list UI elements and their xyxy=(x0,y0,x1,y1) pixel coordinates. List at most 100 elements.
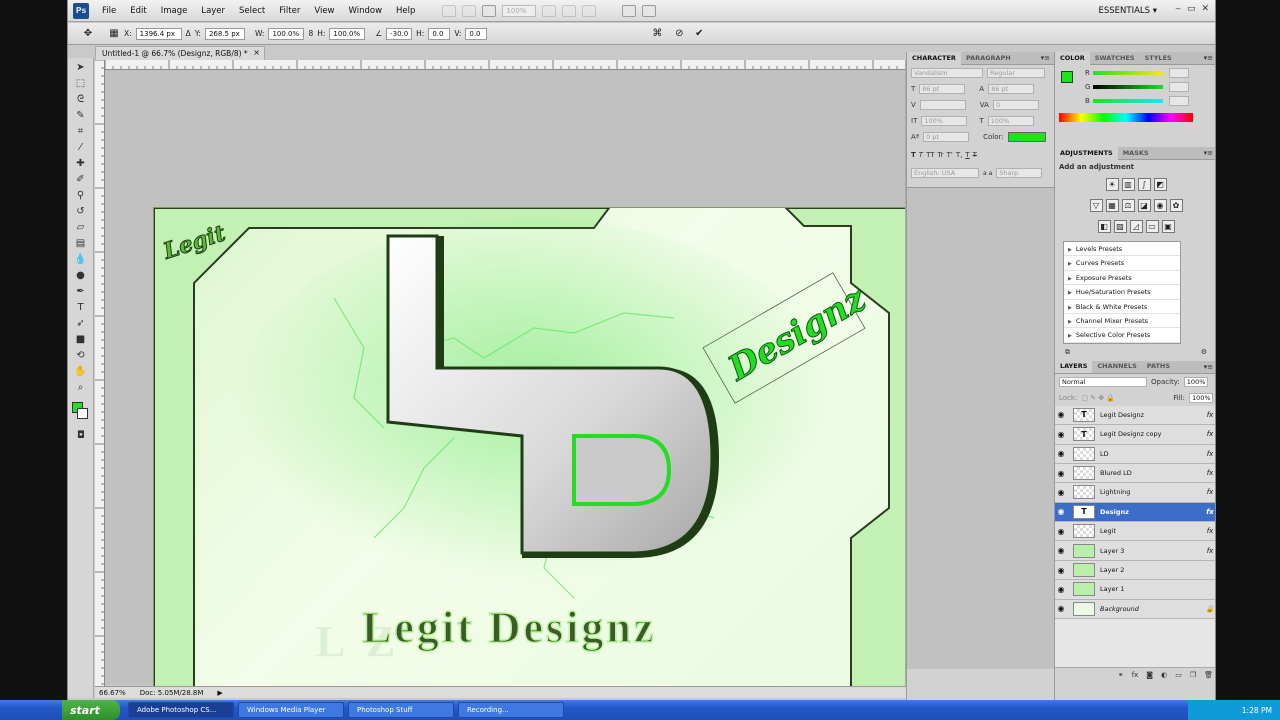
visibility-eye-icon[interactable]: ◉ xyxy=(1055,410,1067,419)
posterize-icon[interactable]: ▨ xyxy=(1113,220,1127,233)
transform-icon[interactable]: ✥ xyxy=(82,28,94,40)
preset-exposure[interactable]: Exposure Presets xyxy=(1064,271,1180,286)
visibility-eye-icon[interactable]: ◉ xyxy=(1055,469,1067,478)
start-button[interactable]: start xyxy=(62,700,120,720)
dodge-tool-icon[interactable]: ● xyxy=(74,269,88,282)
eraser-tool-icon[interactable]: ▱ xyxy=(74,221,88,234)
canvas-pasteboard[interactable]: Legit Designz L Z Legit Designz xyxy=(105,70,921,687)
visibility-eye-icon[interactable]: ◉ xyxy=(1055,449,1067,458)
document-canvas[interactable]: Legit Designz L Z Legit Designz xyxy=(153,207,921,687)
quick-mask-icon[interactable]: ◘ xyxy=(74,429,88,442)
mini-bridge-icon[interactable] xyxy=(462,4,477,17)
zoom-tool-icon[interactable]: ⌕ xyxy=(74,381,88,394)
blur-tool-icon[interactable]: 💧 xyxy=(74,253,88,266)
link-layers-icon[interactable]: ⚭ xyxy=(1118,671,1124,679)
taskbar-photoshop-stuff[interactable]: Photoshop Stuff xyxy=(348,702,454,718)
threshold-icon[interactable]: ◿ xyxy=(1129,220,1143,233)
menu-view[interactable]: View xyxy=(307,6,341,16)
font-style-select[interactable]: Regular xyxy=(987,68,1045,78)
color-balance-icon[interactable]: ⚖ xyxy=(1121,199,1135,212)
tab-masks[interactable]: MASKS xyxy=(1118,147,1154,160)
visibility-eye-icon[interactable]: ◉ xyxy=(1055,566,1067,575)
menu-layer[interactable]: Layer xyxy=(194,6,232,16)
cancel-transform-icon[interactable]: ⊘ xyxy=(673,28,685,40)
underline-button[interactable]: T xyxy=(965,151,969,159)
layer-row[interactable]: ◉ Blured LD fx xyxy=(1055,463,1215,484)
curves-icon[interactable]: ∫ xyxy=(1137,178,1151,191)
height-field[interactable]: 100.0% xyxy=(329,27,366,40)
blend-mode-select[interactable]: Normal xyxy=(1059,376,1147,387)
x-field[interactable]: 1396.4 px xyxy=(135,27,182,40)
y-field[interactable]: 268.5 px xyxy=(204,27,245,40)
layer-fx-icon[interactable]: fx xyxy=(1203,527,1215,535)
zoom-tool-icon[interactable] xyxy=(562,4,577,17)
new-adjustment-icon[interactable]: ◐ xyxy=(1161,671,1167,679)
restore-button[interactable]: ▭ xyxy=(1187,4,1196,14)
vibrance-icon[interactable]: ▽ xyxy=(1089,199,1103,212)
layer-row[interactable]: ◉ T Legit Designz copy fx xyxy=(1055,425,1215,445)
visibility-eye-icon[interactable]: ◉ xyxy=(1055,527,1067,536)
tab-channels[interactable]: CHANNELS xyxy=(1092,360,1141,373)
baseline-field[interactable]: 0 pt xyxy=(923,132,970,142)
delete-layer-icon[interactable]: 🗑 xyxy=(1204,671,1213,679)
layer-fx-icon[interactable]: fx xyxy=(1203,488,1215,496)
workspace-switcher[interactable]: ESSENTIALS ▾ xyxy=(1098,6,1157,16)
menu-filter[interactable]: Filter xyxy=(272,6,307,16)
gradient-map-icon[interactable]: ▭ xyxy=(1145,220,1159,233)
vskew-field[interactable]: 0.0 xyxy=(465,27,488,40)
document-close-icon[interactable]: × xyxy=(253,48,260,57)
color-panel-menu-icon[interactable]: ▾≡ xyxy=(1204,54,1213,62)
visibility-eye-icon[interactable]: ◉ xyxy=(1055,546,1067,555)
add-mask-icon[interactable]: ◙ xyxy=(1146,671,1153,679)
levels-icon[interactable]: ▥ xyxy=(1121,178,1135,191)
eyedropper-tool-icon[interactable]: ⁄ xyxy=(74,141,88,154)
taskbar-recording[interactable]: Recording... xyxy=(458,702,564,718)
close-button[interactable]: ✕ xyxy=(1201,4,1209,14)
lasso-tool-icon[interactable]: ᘓ xyxy=(74,93,88,106)
layer-fx-icon[interactable]: fx xyxy=(1203,508,1215,516)
b-slider[interactable] xyxy=(1093,99,1163,103)
subscript-button[interactable]: T, xyxy=(956,151,963,159)
history-brush-icon[interactable]: ↺ xyxy=(74,205,88,218)
taskbar-photoshop[interactable]: Adobe Photoshop CS... xyxy=(128,702,234,718)
exposure-icon[interactable]: ◩ xyxy=(1153,178,1167,191)
r-slider[interactable] xyxy=(1093,71,1163,75)
gradient-tool-icon[interactable]: ▤ xyxy=(74,237,88,250)
lock-icons[interactable]: ▢ ✎ ✥ 🔒 xyxy=(1081,394,1115,402)
font-size-field[interactable]: 86 pt xyxy=(919,84,966,94)
preset-selective-color[interactable]: Selective Color Presets xyxy=(1064,328,1180,343)
fill-field[interactable]: 100% xyxy=(1189,392,1213,403)
hue-saturation-icon[interactable]: ▦ xyxy=(1105,199,1119,212)
type-tool-icon[interactable]: T xyxy=(74,301,88,314)
visibility-eye-icon[interactable]: ◉ xyxy=(1055,488,1067,497)
layer-row[interactable]: ◉ Layer 1 xyxy=(1055,580,1215,600)
menu-edit[interactable]: Edit xyxy=(123,6,153,16)
layer-row[interactable]: ◉ Lightning fx xyxy=(1055,483,1215,503)
reference-point-icon[interactable]: ▦ xyxy=(108,28,120,40)
layer-row[interactable]: ◉ Layer 2 xyxy=(1055,560,1215,581)
commit-transform-icon[interactable]: ✔ xyxy=(693,28,705,40)
quick-select-tool-icon[interactable]: ✎ xyxy=(74,109,88,122)
angle-field[interactable]: -30.0 xyxy=(386,27,413,40)
layer-fx-icon[interactable]: fx xyxy=(1203,547,1215,555)
link-icon[interactable]: 8 xyxy=(308,29,313,38)
hand-tool-icon[interactable] xyxy=(542,4,557,17)
antialias-select[interactable]: Sharp xyxy=(996,168,1043,178)
vertical-scale-field[interactable]: 100% xyxy=(921,116,968,126)
small-caps-button[interactable]: Tr xyxy=(938,151,944,159)
visibility-eye-icon[interactable]: ◉ xyxy=(1055,585,1067,594)
superscript-button[interactable]: T' xyxy=(947,151,953,159)
new-layer-icon[interactable]: ❐ xyxy=(1190,671,1196,679)
all-caps-button[interactable]: TT xyxy=(926,151,934,159)
layer-row-selected[interactable]: ◉ T Designz fx xyxy=(1055,502,1215,523)
tab-adjustments[interactable]: ADJUSTMENTS xyxy=(1055,146,1118,160)
layer-row[interactable]: ◉ LD fx xyxy=(1055,444,1215,464)
arrange-documents-icon[interactable] xyxy=(622,4,637,17)
channel-mixer-icon[interactable]: ✿ xyxy=(1169,199,1183,212)
screen-mode-icon[interactable] xyxy=(642,4,657,17)
taskbar-media-player[interactable]: Windows Media Player xyxy=(238,702,344,718)
selective-color-icon[interactable]: ▣ xyxy=(1161,220,1175,233)
preset-channel-mixer[interactable]: Channel Mixer Presets xyxy=(1064,314,1180,329)
color-fg-swatch[interactable] xyxy=(1061,71,1073,83)
language-select[interactable]: English: USA xyxy=(911,168,979,178)
